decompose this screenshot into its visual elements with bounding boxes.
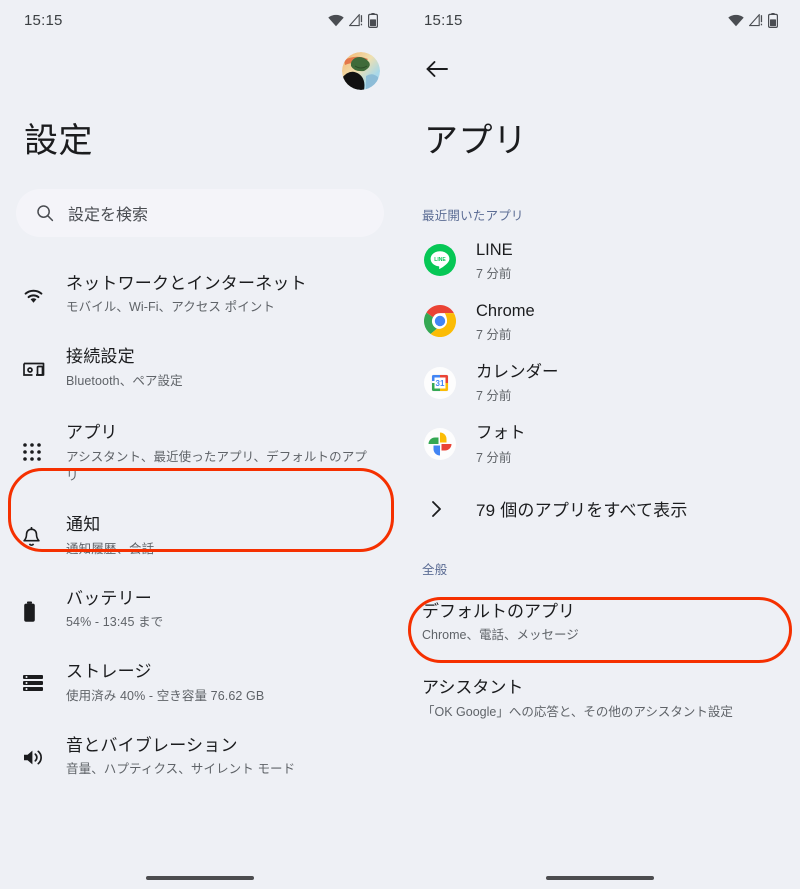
photos-app-icon: [424, 427, 456, 460]
status-bar-icons: [728, 12, 778, 28]
line-app-icon: LINE: [424, 244, 456, 277]
section-heading-recent: 最近開いたアプリ: [422, 208, 524, 223]
section-heading-general: 全般: [422, 562, 448, 577]
settings-item-sound[interactable]: 音とバイブレーション 音量、ハプティクス、サイレント モード: [0, 719, 400, 792]
general-item-subtitle: 「OK Google」への応答と、その他のアシスタント設定: [422, 705, 733, 720]
settings-item-text: バッテリー 54% - 13:45 まで: [66, 585, 382, 632]
wifi-icon: [22, 270, 66, 304]
wifi-icon: [328, 14, 344, 26]
calendar-app-icon: 31: [424, 366, 456, 399]
settings-item-apps[interactable]: アプリ アシスタント、最近使ったアプリ、デフォルトのアプリ: [0, 403, 400, 498]
settings-item-subtitle: Bluetooth、ペア設定: [66, 373, 183, 388]
battery-icon: [368, 12, 378, 28]
recent-app-name: Chrome: [476, 301, 535, 320]
status-bar-left: 15:15: [0, 0, 400, 40]
settings-item-title: ストレージ: [66, 662, 152, 682]
settings-item-subtitle: 通知履歴、会話: [66, 542, 155, 557]
gesture-bar: [546, 876, 654, 880]
settings-item-title: 接続設定: [66, 346, 135, 366]
svg-text:LINE: LINE: [434, 257, 446, 263]
recent-app-name: カレンダー: [476, 363, 559, 382]
general-item-assistant[interactable]: アシスタント 「OK Google」への応答と、その他のアシスタント設定: [400, 656, 800, 733]
settings-item-connected-devices[interactable]: 接続設定 Bluetooth、ペア設定: [0, 330, 400, 403]
recent-app-time: 7 分前: [476, 389, 512, 404]
wifi-icon: [728, 14, 744, 26]
settings-item-storage[interactable]: ストレージ 使用済み 40% - 空き容量 76.62 GB: [0, 645, 400, 718]
recent-app-row-photos[interactable]: フォト 7 分前: [400, 413, 800, 474]
settings-item-title: ネットワークとインターネット: [66, 273, 307, 293]
settings-item-subtitle: 使用済み 40% - 空き容量 76.62 GB: [66, 688, 265, 703]
settings-item-title: 音とバイブレーション: [66, 735, 238, 755]
chevron-right-icon: [432, 500, 441, 517]
cast-connected-icon: [22, 343, 66, 379]
bell-icon: [22, 511, 66, 548]
see-all-apps-button[interactable]: 79 個のアプリをすべて表示: [400, 481, 800, 537]
recent-app-name: フォト: [476, 424, 526, 443]
recent-app-text: カレンダー 7 分前: [476, 361, 559, 404]
recent-app-time: 7 分前: [476, 266, 512, 281]
battery-icon: [22, 585, 66, 623]
recent-app-row-line[interactable]: LINE LINE 7 分前: [400, 230, 800, 291]
settings-item-text: ストレージ 使用済み 40% - 空き容量 76.62 GB: [66, 658, 382, 705]
recent-apps-list: LINE LINE 7 分前 Chrome 7 分前 31 カレンダー 7 分前…: [400, 230, 800, 475]
search-icon: [37, 204, 54, 221]
recent-app-text: フォト 7 分前: [476, 422, 526, 465]
settings-item-title: バッテリー: [66, 588, 152, 608]
svg-text:31: 31: [436, 379, 445, 388]
recent-app-name: LINE: [476, 240, 513, 259]
chrome-app-icon: [423, 305, 457, 338]
settings-panel: 15:15 設定 設定を検索 ネットワークとインターネット モバイル、Wi-Fi…: [0, 0, 400, 889]
recent-app-time: 7 分前: [476, 450, 512, 465]
see-all-apps-label: 79 個のアプリをすべて表示: [476, 501, 688, 521]
back-button[interactable]: [420, 52, 454, 86]
dual-panel-screenshot: 15:15 設定 設定を検索 ネットワークとインターネット モバイル、Wi-Fi…: [0, 0, 800, 889]
apps-grid-icon: [22, 442, 66, 462]
settings-item-notifications[interactable]: 通知 通知履歴、会話: [0, 498, 400, 571]
search-input[interactable]: 設定を検索: [16, 188, 384, 237]
account-avatar-image: [342, 52, 380, 90]
settings-item-title: アプリ: [66, 423, 118, 443]
avatar-row: [0, 40, 400, 102]
settings-item-subtitle: モバイル、Wi-Fi、アクセス ポイント: [66, 300, 275, 315]
back-arrow-icon: [426, 61, 448, 77]
settings-item-subtitle: 音量、ハプティクス、サイレント モード: [66, 762, 296, 777]
status-bar-time: 15:15: [24, 11, 63, 29]
general-item-default-apps[interactable]: デフォルトのアプリ Chrome、電話、メッセージ: [400, 588, 800, 657]
search-placeholder: 設定を検索: [68, 206, 149, 224]
volume-up-icon: [22, 732, 66, 767]
settings-item-subtitle: アシスタント、最近使ったアプリ、デフォルトのアプリ: [66, 449, 367, 483]
app-bar: [400, 40, 800, 98]
status-bar-right: 15:15: [400, 0, 800, 40]
storage-icon: [22, 658, 66, 692]
general-item-title: デフォルトのアプリ: [422, 601, 575, 621]
recent-app-text: Chrome 7 分前: [476, 300, 535, 343]
settings-item-text: 接続設定 Bluetooth、ペア設定: [66, 343, 382, 390]
status-bar-time: 15:15: [424, 11, 463, 29]
cell-signal-warning-icon: [749, 13, 763, 26]
battery-icon: [768, 12, 778, 28]
recent-app-row-calendar[interactable]: 31 カレンダー 7 分前: [400, 352, 800, 413]
general-settings-list: デフォルトのアプリ Chrome、電話、メッセージ アシスタント 「OK Goo…: [400, 588, 800, 734]
settings-item-text: 音とバイブレーション 音量、ハプティクス、サイレント モード: [66, 732, 382, 779]
status-bar-icons: [328, 12, 378, 28]
apps-panel: 15:15 アプリ 最近開いたアプリ LINE LINE 7 分前 Chrome…: [400, 0, 800, 889]
cell-signal-warning-icon: [349, 13, 363, 26]
settings-item-network[interactable]: ネットワークとインターネット モバイル、Wi-Fi、アクセス ポイント: [0, 257, 400, 330]
settings-item-text: アプリ アシスタント、最近使ったアプリ、デフォルトのアプリ: [66, 419, 382, 485]
page-title: 設定: [24, 122, 93, 160]
recent-app-text: LINE 7 分前: [476, 239, 513, 282]
settings-item-text: ネットワークとインターネット モバイル、Wi-Fi、アクセス ポイント: [66, 270, 382, 317]
settings-item-subtitle: 54% - 13:45 まで: [66, 615, 164, 630]
gesture-bar: [146, 876, 254, 880]
apps-page-title: アプリ: [424, 122, 528, 160]
settings-item-text: 通知 通知履歴、会話: [66, 511, 382, 558]
recent-app-time: 7 分前: [476, 328, 512, 343]
settings-item-battery[interactable]: バッテリー 54% - 13:45 まで: [0, 572, 400, 645]
settings-item-title: 通知: [66, 515, 101, 535]
settings-list: ネットワークとインターネット モバイル、Wi-Fi、アクセス ポイント 接続設定: [0, 257, 400, 792]
avatar[interactable]: [342, 52, 380, 90]
general-item-subtitle: Chrome、電話、メッセージ: [422, 628, 579, 643]
general-item-title: アシスタント: [422, 678, 524, 698]
recent-app-row-chrome[interactable]: Chrome 7 分前: [400, 291, 800, 352]
